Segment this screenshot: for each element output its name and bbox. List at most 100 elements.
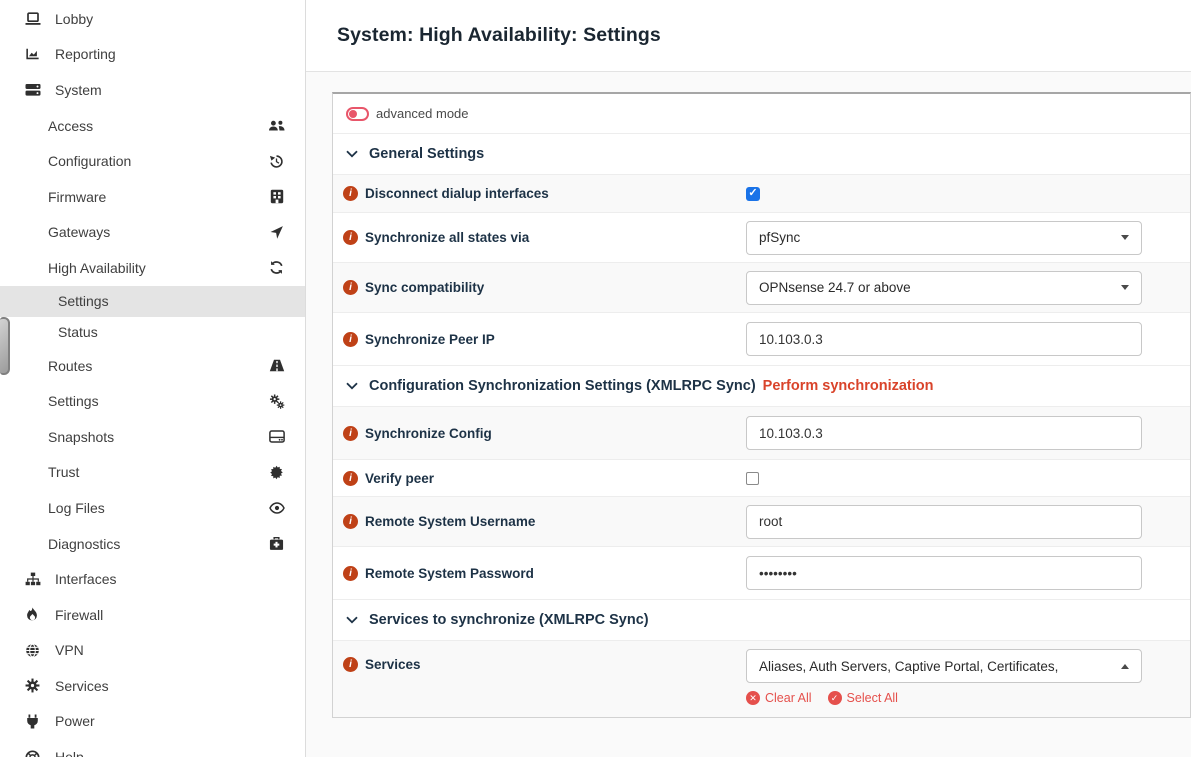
- sidebar-item-vpn[interactable]: VPN: [0, 633, 305, 669]
- sidebar-item-firmware[interactable]: Firmware: [0, 179, 305, 215]
- circle-x-icon: ✕: [746, 691, 760, 705]
- select-all-label: Select All: [847, 691, 898, 705]
- sidebar-item-routes[interactable]: Routes: [0, 348, 305, 384]
- select-value: OPNsense 24.7 or above: [759, 280, 1121, 295]
- sidebar-item-configuration[interactable]: Configuration: [0, 143, 305, 179]
- sidebar-item-label: Lobby: [55, 11, 93, 27]
- medkit-icon: [268, 536, 285, 551]
- info-icon[interactable]: i: [343, 186, 358, 201]
- remote-username-input[interactable]: [746, 505, 1142, 539]
- section-title: Services to synchronize (XMLRPC Sync): [369, 612, 649, 628]
- sync-compat-select[interactable]: OPNsense 24.7 or above: [746, 271, 1142, 305]
- sidebar-item-help[interactable]: Help: [0, 739, 305, 757]
- field-row-disconnect-dialup: i Disconnect dialup interfaces ✓: [333, 175, 1190, 213]
- sync-config-input[interactable]: [746, 416, 1142, 450]
- cog-icon: [24, 678, 41, 693]
- main-area: System: High Availability: Settings adva…: [306, 0, 1191, 757]
- sidebar-item-label: Log Files: [48, 500, 268, 516]
- sidebar-item-label: System: [55, 82, 102, 98]
- info-icon[interactable]: i: [343, 280, 358, 295]
- caret-down-icon: [1121, 285, 1129, 290]
- sidebar-item-high-availability[interactable]: High Availability: [0, 250, 305, 286]
- field-label: Verify peer: [365, 471, 434, 486]
- info-icon[interactable]: i: [343, 657, 358, 672]
- sidebar-item-snapshots[interactable]: Snapshots: [0, 419, 305, 455]
- field-row-remote-password: i Remote System Password: [333, 547, 1190, 600]
- page-title: System: High Availability: Settings: [337, 24, 661, 47]
- section-general-settings[interactable]: General Settings: [333, 134, 1190, 175]
- sidebar-item-label: Status: [58, 324, 98, 340]
- sidebar-item-label: Power: [55, 713, 95, 729]
- sidebar-item-access[interactable]: Access: [0, 108, 305, 144]
- sidebar-item-label: Help: [55, 749, 84, 757]
- sidebar-item-lobby[interactable]: Lobby: [0, 1, 305, 37]
- info-icon[interactable]: i: [343, 332, 358, 347]
- sidebar-item-ha-settings[interactable]: Settings: [0, 286, 305, 317]
- info-icon[interactable]: i: [343, 514, 358, 529]
- settings-panel: advanced mode General Settings i Disconn…: [332, 92, 1191, 718]
- cogs-icon: [268, 394, 285, 409]
- sidebar-item-services[interactable]: Services: [0, 668, 305, 704]
- sidebar-item-trust[interactable]: Trust: [0, 455, 305, 491]
- sidebar-item-label: Gateways: [48, 224, 268, 240]
- disconnect-dialup-checkbox[interactable]: ✓: [746, 187, 760, 201]
- section-config-sync[interactable]: Configuration Synchronization Settings (…: [333, 366, 1190, 407]
- road-icon: [268, 359, 285, 372]
- drawer-handle[interactable]: [0, 317, 10, 375]
- services-select[interactable]: Aliases, Auth Servers, Captive Portal, C…: [746, 649, 1142, 683]
- firmware-icon: [268, 189, 285, 204]
- select-value: pfSync: [759, 230, 1121, 245]
- sidebar-item-label: Firmware: [48, 189, 268, 205]
- history-icon: [268, 154, 285, 169]
- life-ring-icon: [24, 750, 41, 757]
- field-label: Sync compatibility: [365, 280, 484, 295]
- users-icon: [268, 119, 285, 132]
- sync-states-select[interactable]: pfSync: [746, 221, 1142, 255]
- sidebar-item-label: High Availability: [48, 260, 268, 276]
- hdd-icon: [268, 430, 285, 443]
- sitemap-icon: [24, 572, 41, 586]
- sidebar-item-gateways[interactable]: Gateways: [0, 215, 305, 251]
- sidebar-item-diagnostics[interactable]: Diagnostics: [0, 526, 305, 562]
- select-all-link[interactable]: ✓ Select All: [828, 691, 898, 705]
- field-label: Disconnect dialup interfaces: [365, 186, 549, 201]
- chevron-down-icon: [346, 616, 358, 624]
- sidebar-item-firewall[interactable]: Firewall: [0, 597, 305, 633]
- clear-all-link[interactable]: ✕ Clear All: [746, 691, 812, 705]
- globe-icon: [24, 643, 41, 658]
- info-icon[interactable]: i: [343, 426, 358, 441]
- remote-password-input[interactable]: [746, 556, 1142, 590]
- server-icon: [24, 83, 41, 97]
- sidebar-item-ha-status[interactable]: Status: [0, 317, 305, 348]
- sidebar-item-interfaces[interactable]: Interfaces: [0, 561, 305, 597]
- peer-ip-input[interactable]: [746, 322, 1142, 356]
- info-icon[interactable]: i: [343, 471, 358, 486]
- chevron-down-icon: [346, 382, 358, 390]
- chart-area-icon: [24, 47, 41, 61]
- field-row-sync-config: i Synchronize Config: [333, 407, 1190, 460]
- info-icon[interactable]: i: [343, 566, 358, 581]
- section-services-sync[interactable]: Services to synchronize (XMLRPC Sync): [333, 600, 1190, 641]
- sidebar-item-label: Interfaces: [55, 571, 116, 587]
- content: advanced mode General Settings i Disconn…: [306, 72, 1191, 757]
- perform-synchronization-link[interactable]: Perform synchronization: [763, 378, 934, 394]
- sidebar-item-reporting[interactable]: Reporting: [0, 37, 305, 73]
- caret-up-icon: [1121, 664, 1129, 669]
- opnsense-app: Lobby Reporting System Access Configurat…: [0, 0, 1191, 757]
- info-icon[interactable]: i: [343, 230, 358, 245]
- sidebar-item-settings[interactable]: Settings: [0, 383, 305, 419]
- field-label: Synchronize Peer IP: [365, 332, 495, 347]
- field-label: Synchronize Config: [365, 426, 492, 441]
- advanced-mode-toggle[interactable]: [346, 107, 369, 121]
- sidebar-item-system[interactable]: System: [0, 72, 305, 108]
- field-label: Synchronize all states via: [365, 230, 529, 245]
- field-label: Remote System Password: [365, 566, 534, 581]
- section-title: Configuration Synchronization Settings (…: [369, 378, 756, 394]
- verify-peer-checkbox[interactable]: [746, 472, 759, 485]
- advanced-mode-row: advanced mode: [333, 94, 1190, 134]
- sidebar-item-power[interactable]: Power: [0, 704, 305, 740]
- caret-down-icon: [1121, 235, 1129, 240]
- sidebar-item-label: Routes: [48, 358, 268, 374]
- field-row-sync-states: i Synchronize all states via pfSync: [333, 213, 1190, 263]
- sidebar-item-log-files[interactable]: Log Files: [0, 490, 305, 526]
